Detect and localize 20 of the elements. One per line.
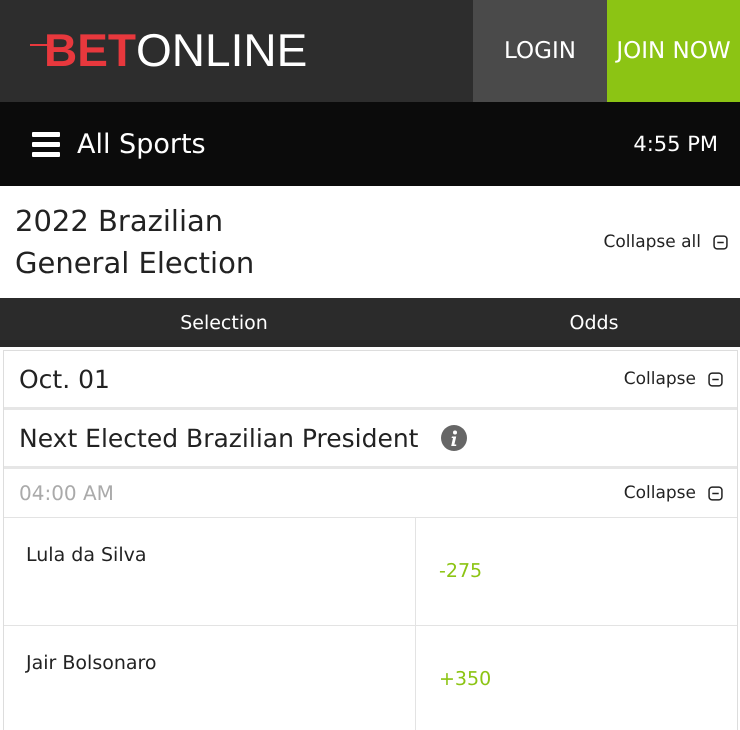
column-header: Selection (179, 312, 269, 334)
date-label: Oct. 01 (19, 364, 110, 394)
collapse-link[interactable]: Collapse (624, 483, 696, 503)
page-title: 2022 Brazilian General Election (15, 203, 256, 282)
event-title: Next Elected Brazilian President (19, 424, 418, 452)
event-time: 04:00 AM (19, 481, 114, 505)
collapse-link[interactable]: Collapse (624, 369, 696, 389)
column-header: Odds (568, 312, 620, 334)
collapse-icon[interactable] (713, 234, 728, 250)
logo[interactable]: BETONLINE (30, 23, 312, 79)
collapse-icon[interactable] (708, 486, 723, 500)
clock-time: 4:55 PM (633, 132, 718, 156)
menu-icon[interactable] (32, 132, 60, 156)
info-icon[interactable] (440, 425, 466, 451)
login-button[interactable]: LOGIN (473, 0, 607, 102)
collapse-link[interactable]: Collapse all (603, 232, 701, 252)
sports-menu-link[interactable]: All Sports (77, 128, 206, 160)
collapse-icon[interactable] (708, 372, 723, 386)
selection-cell: Lula da Silva (4, 518, 416, 625)
selection-cell: Jair Bolsonaro (4, 626, 416, 730)
